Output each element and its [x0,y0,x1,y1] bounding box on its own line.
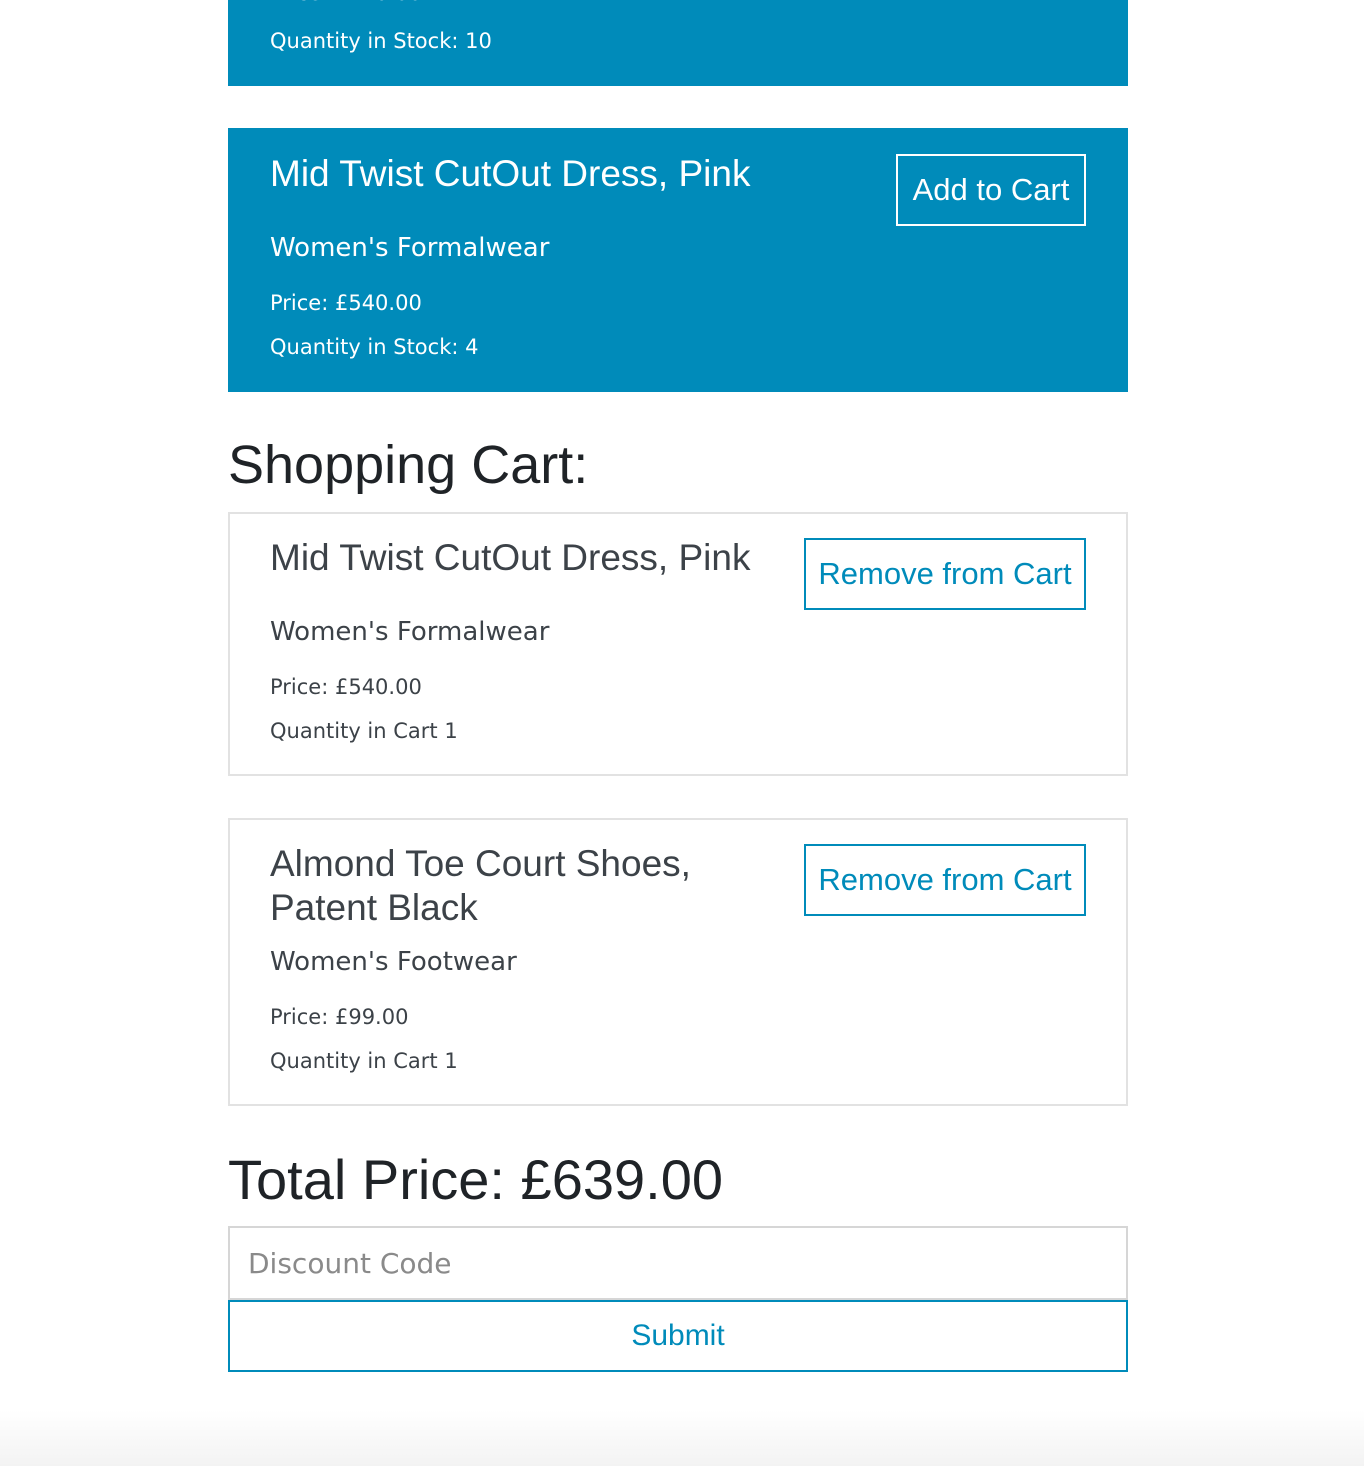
product-card-partial: Price: £270.00 Quantity in Stock: 10 [228,0,1128,86]
product-category: Women's Formalwear [270,233,550,263]
product-price: Price: £270.00 [270,0,422,8]
add-to-cart-button[interactable]: Add to Cart [896,154,1086,226]
discount-code-input[interactable] [228,1226,1128,1300]
cart-item-quantity: Quantity in Cart 1 [270,719,458,743]
cart-item-title: Almond Toe Court Shoes, Patent Black [270,843,691,928]
remove-from-cart-button[interactable]: Remove from Cart [804,844,1086,916]
cart-item: Almond Toe Court Shoes, Patent Black Wom… [228,818,1128,1106]
shopping-cart-heading: Shopping Cart: [228,435,589,495]
product-stock: Quantity in Stock: 4 [270,335,479,359]
cart-item-title: Mid Twist CutOut Dress, Pink [270,537,751,578]
product-card: Mid Twist CutOut Dress, Pink Women's For… [228,128,1128,392]
cart-item-price: Price: £540.00 [270,675,422,699]
cart-item-category: Women's Formalwear [270,617,550,647]
cart-item-quantity: Quantity in Cart 1 [270,1049,458,1073]
product-title: Mid Twist CutOut Dress, Pink [270,153,751,194]
cart-item-price: Price: £99.00 [270,1005,409,1029]
page-footer-fade [0,1410,1364,1466]
product-stock: Quantity in Stock: 10 [270,29,492,53]
remove-from-cart-button[interactable]: Remove from Cart [804,538,1086,610]
cart-item-category: Women's Footwear [270,947,517,977]
submit-button[interactable]: Submit [228,1300,1128,1372]
total-price: Total Price: £639.00 [228,1148,723,1211]
product-price: Price: £540.00 [270,291,422,315]
cart-item: Mid Twist CutOut Dress, Pink Women's For… [228,512,1128,776]
